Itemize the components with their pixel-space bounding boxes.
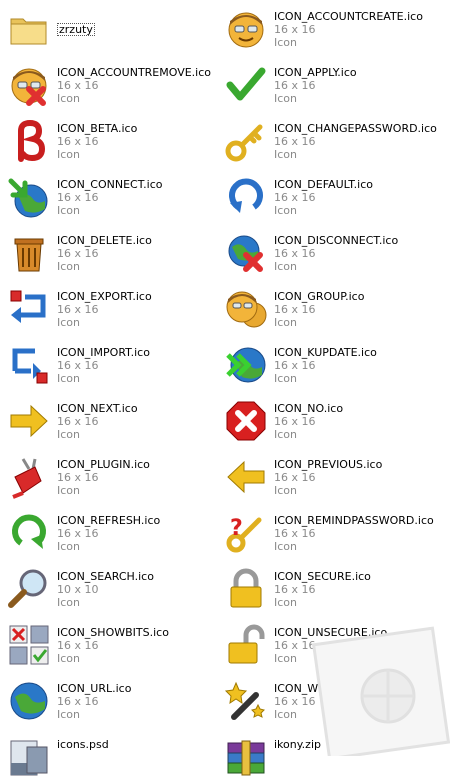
circular-arrow-icon	[229, 178, 263, 213]
account-face-icon	[228, 12, 264, 48]
list-item[interactable]: icons.psd	[0, 728, 217, 784]
key-question-icon: ?	[226, 516, 262, 553]
list-item[interactable]: ICON_ACCOUNTCREATE.ico 16 x 16 Icon	[217, 0, 450, 56]
folder-item[interactable]: zrzuty	[0, 0, 217, 56]
stop-x-icon	[226, 401, 266, 441]
list-item[interactable]: ICON_DISCONNECT.ico 16 x 16 Icon	[217, 224, 450, 280]
trash-can-icon	[14, 238, 44, 272]
key-icon	[225, 124, 263, 162]
group-faces-icon	[226, 291, 267, 328]
list-item[interactable]: ICON_SEARCH.ico 10 x 10 Icon	[0, 560, 217, 616]
list-item[interactable]: ICON_CONNECT.ico 16 x 16 Icon	[0, 168, 217, 224]
list-item[interactable]: ICON_SHOWBITS.ico 16 x 16 Icon	[0, 616, 217, 672]
list-item[interactable]: ICON_URL.ico 16 x 16 Icon	[0, 672, 217, 728]
account-remove-icon	[11, 68, 47, 106]
svg-text:?: ?	[230, 516, 243, 541]
beta-icon	[18, 119, 46, 162]
magnifier-icon	[8, 569, 47, 608]
folder-icon	[10, 18, 47, 45]
import-arrow-icon	[12, 348, 48, 384]
arrow-left-icon	[227, 460, 265, 494]
list-item[interactable]: ICON_APPLY.ico 16 x 16 Icon	[217, 56, 450, 112]
refresh-arrow-icon	[12, 514, 46, 549]
psd-file-icon	[10, 740, 48, 776]
magic-wand-icon	[224, 681, 265, 720]
list-item[interactable]: ICON_DEFAULT.ico 16 x 16 Icon	[217, 168, 450, 224]
globe-icon	[10, 682, 48, 720]
list-item[interactable]: ICON_DELETE.ico 16 x 16 Icon	[0, 224, 217, 280]
padlock-closed-icon	[230, 568, 262, 608]
folder-name[interactable]: zrzuty	[57, 23, 95, 36]
checkmark-icon	[226, 67, 266, 101]
list-item[interactable]: ICON_NEXT.ico 16 x 16 Icon	[0, 392, 217, 448]
globe-connect-icon	[8, 178, 48, 218]
bits-grid-icon	[9, 625, 49, 665]
list-item[interactable]: ICON_REFRESH.ico 16 x 16 Icon	[0, 504, 217, 560]
list-item[interactable]: ikony.zip	[217, 728, 450, 784]
list-item[interactable]: ICON_BETA.ico 16 x 16 Icon	[0, 112, 217, 168]
list-item[interactable]: ICON_WIZARD.ico 16 x 16 Icon	[217, 672, 450, 728]
file-grid: zrzuty ICON_ACCOUNTCREATE.ico 16 x 16 Icon…	[0, 0, 450, 776]
globe-disconnect-icon	[228, 235, 263, 272]
list-item[interactable]: ICON_ACCOUNTREMOVE.ico 16 x 16 Icon	[0, 56, 217, 112]
list-item[interactable]: ICON_UNSECURE.ico 16 x 16 Icon	[217, 616, 450, 672]
export-arrow-icon	[10, 290, 46, 323]
list-item[interactable]: ICON_PREVIOUS.ico 16 x 16 Icon	[217, 448, 450, 504]
arrow-right-icon	[10, 404, 48, 438]
plug-icon	[12, 458, 42, 499]
list-item[interactable]: ICON_IMPORT.ico 16 x 16 Icon	[0, 336, 217, 392]
list-item[interactable]: ICON_CHANGEPASSWORD.ico 16 x 16 Icon	[217, 112, 450, 168]
list-item[interactable]: ICON_GROUP.ico 16 x 16 Icon	[217, 280, 450, 336]
list-item[interactable]: ICON_KUPDATE.ico 16 x 16 Icon	[217, 336, 450, 392]
list-item[interactable]: ICON_NO.ico 16 x 16 Icon	[217, 392, 450, 448]
globe-fast-forward-icon	[226, 347, 266, 383]
list-item[interactable]: ? ICON_REMINDPASSWORD.ico 16 x 16 Icon	[217, 504, 450, 560]
padlock-open-icon	[228, 624, 265, 664]
list-item[interactable]: ICON_EXPORT.ico 16 x 16 Icon	[0, 280, 217, 336]
zip-archive-icon	[227, 740, 265, 776]
list-item[interactable]: ICON_SECURE.ico 16 x 16 Icon	[217, 560, 450, 616]
list-item[interactable]: ICON_PLUGIN.ico 16 x 16 Icon	[0, 448, 217, 504]
